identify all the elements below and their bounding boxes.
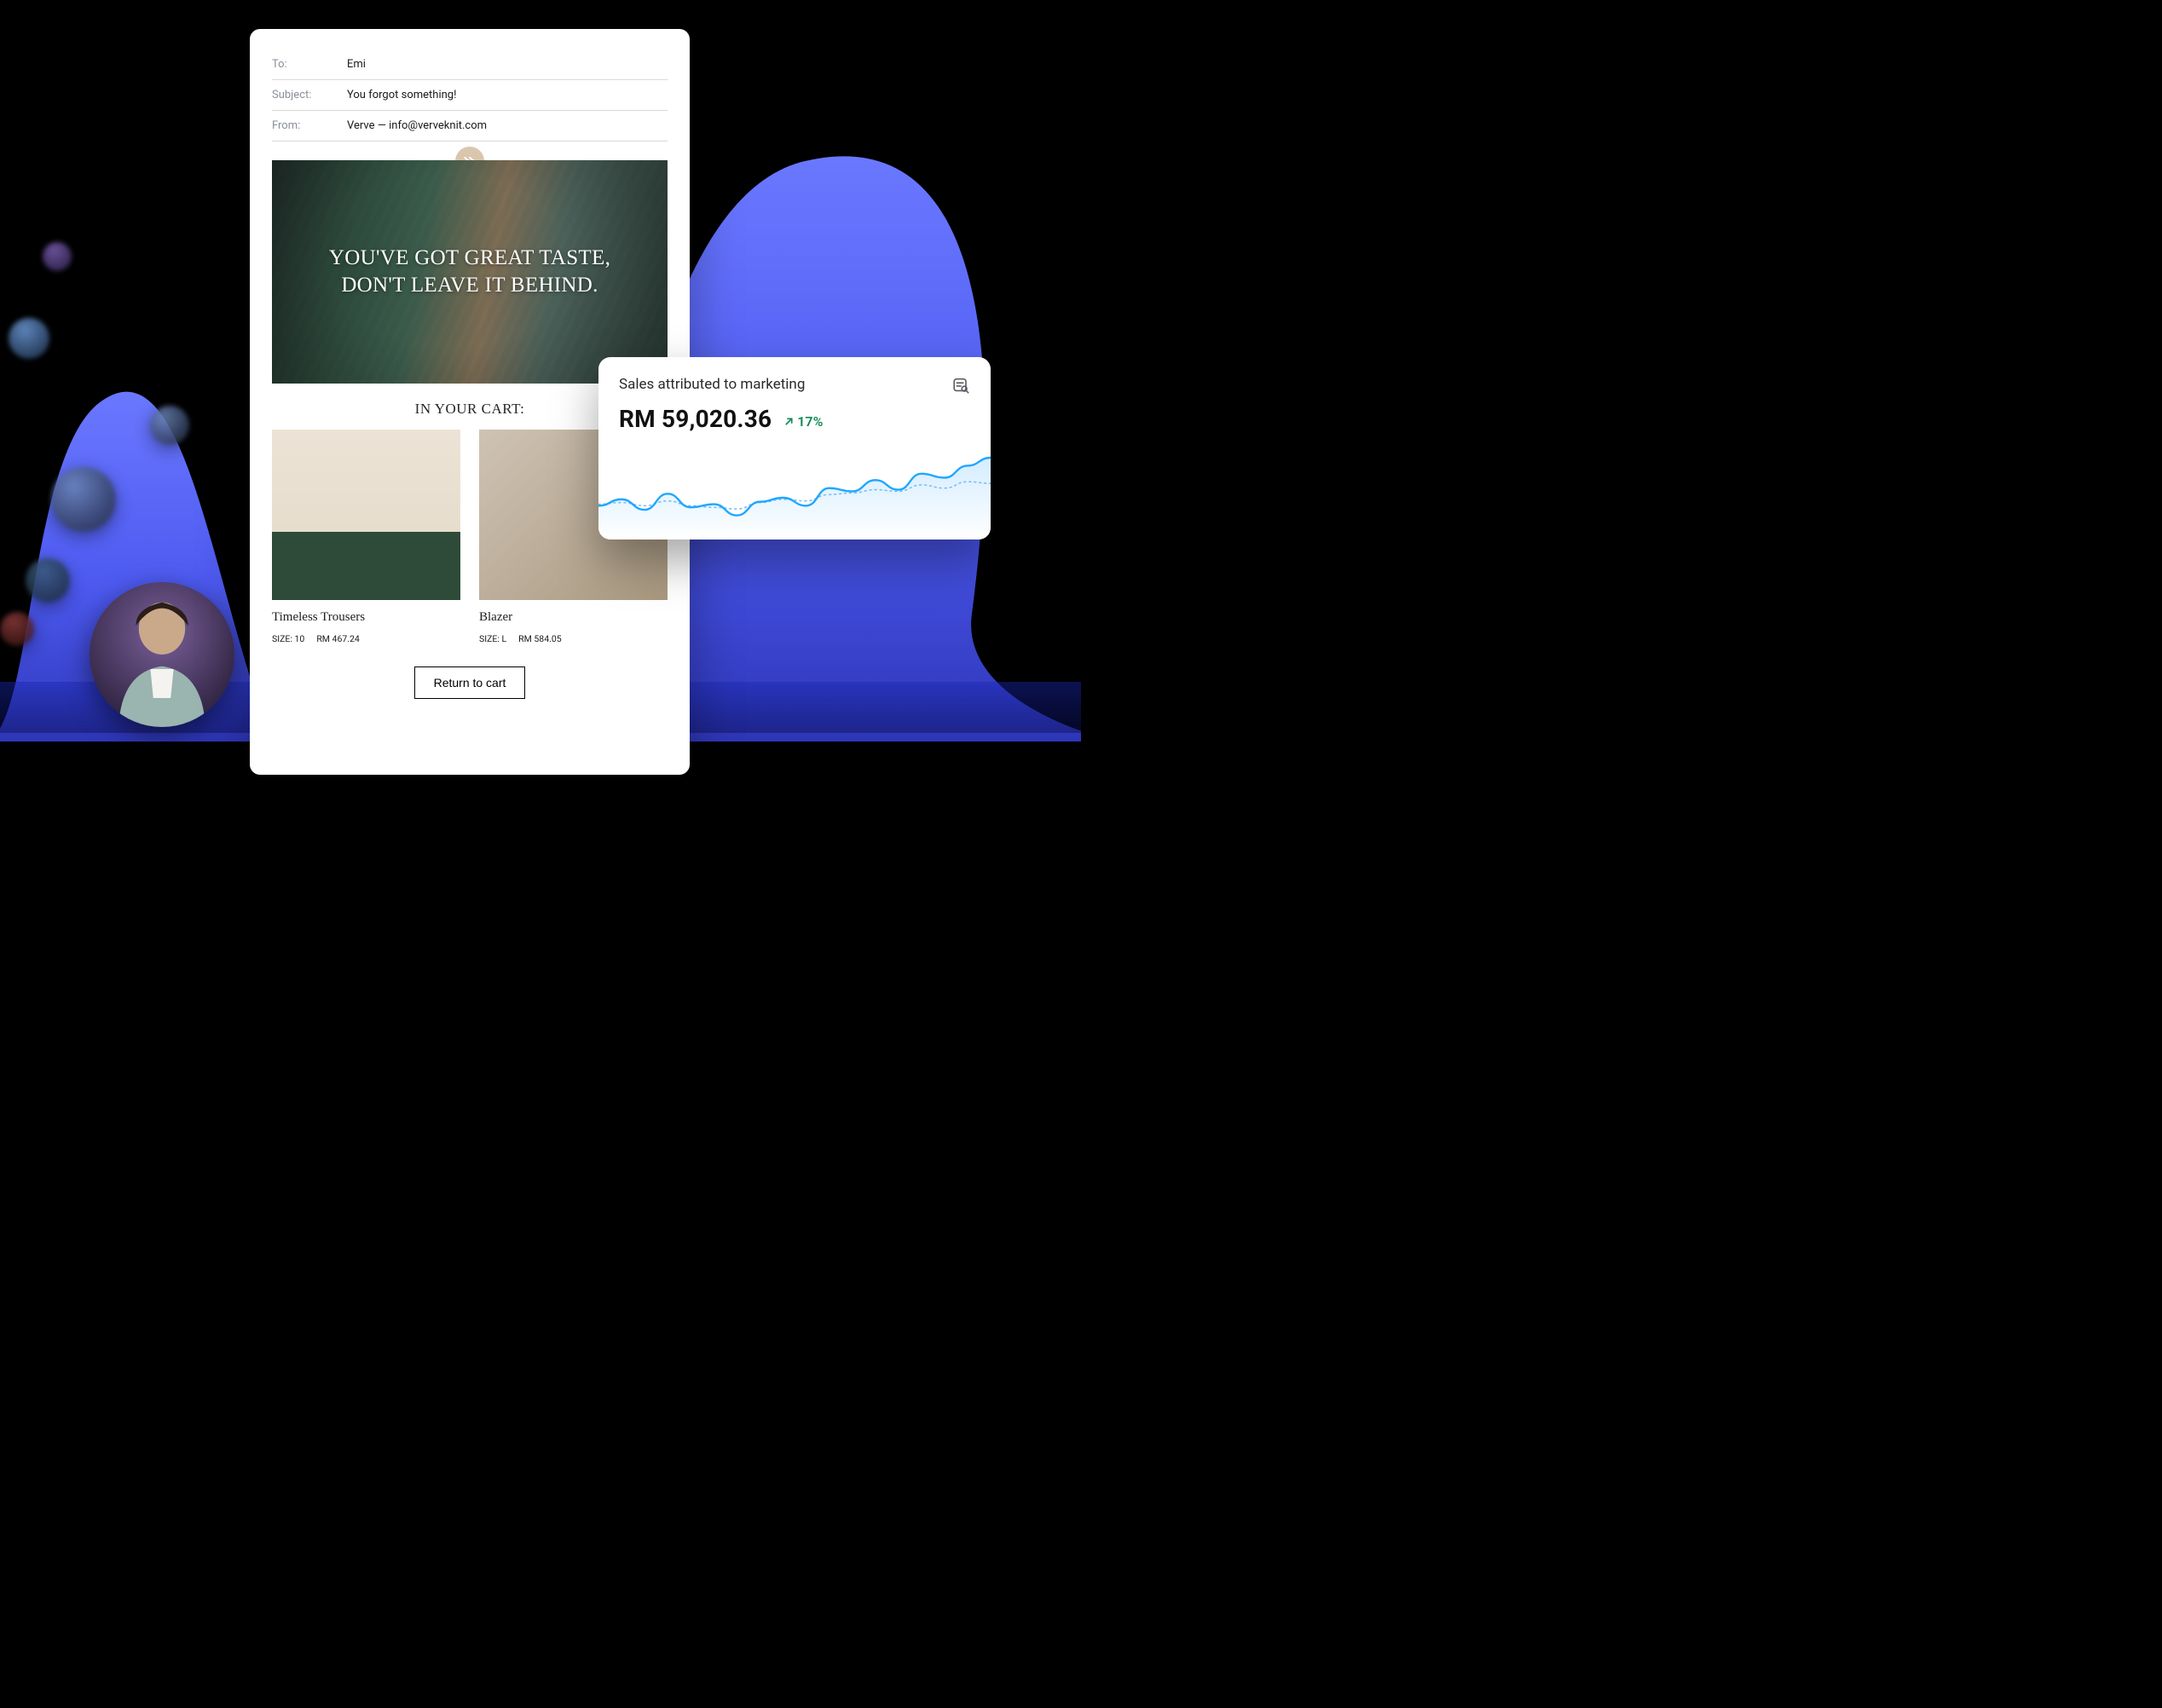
metric-delta: 17%: [783, 413, 823, 430]
email-from-value: Verve — info@verveknit.com: [347, 119, 487, 132]
report-search-icon[interactable]: [951, 376, 970, 395]
product-size: SIZE: 10: [272, 633, 304, 644]
product-meta: SIZE: 10 RM 467.24: [272, 633, 460, 644]
email-subject-label: Subject:: [272, 89, 347, 101]
avatar-bubble: [9, 318, 49, 359]
product-price: RM 467.24: [316, 633, 360, 644]
email-subject-row: Subject: You forgot something!: [272, 80, 668, 111]
avatar-bubble: [150, 406, 189, 445]
product-meta: SIZE: L RM 584.05: [479, 633, 668, 644]
email-from-label: From:: [272, 119, 347, 132]
email-hero-image: YOU'VE GOT GREAT TASTE, DON'T LEAVE IT B…: [272, 160, 668, 384]
user-avatar: [90, 582, 234, 727]
metric-delta-value: 17%: [797, 413, 823, 430]
product-size: SIZE: L: [479, 633, 506, 644]
avatar-bubble: [26, 558, 70, 603]
product-name: Timeless Trousers: [272, 610, 460, 625]
product-image: [272, 430, 460, 600]
email-to-label: To:: [272, 58, 347, 71]
avatar-bubble: [0, 612, 34, 646]
metric-sparkline: [598, 446, 991, 540]
avatar-bubble: [51, 467, 116, 532]
cart-product[interactable]: Timeless Trousers SIZE: 10 RM 467.24: [272, 430, 460, 644]
metric-value: RM 59,020.36: [619, 405, 772, 433]
return-to-cart-button[interactable]: Return to cart: [414, 666, 526, 699]
product-name: Blazer: [479, 610, 668, 625]
email-subject-value: You forgot something!: [347, 89, 456, 101]
sales-metric-card: Sales attributed to marketing RM 59,020.…: [598, 357, 991, 540]
email-to-row: To: Emi: [272, 49, 668, 80]
arrow-up-right-icon: [783, 416, 795, 427]
email-header: To: Emi Subject: You forgot something! F…: [272, 49, 668, 141]
email-from-row: From: Verve — info@verveknit.com: [272, 111, 668, 141]
email-hero-wrap: YOU'VE GOT GREAT TASTE, DON'T LEAVE IT B…: [272, 160, 668, 384]
email-hero-headline: YOU'VE GOT GREAT TASTE, DON'T LEAVE IT B…: [272, 160, 668, 384]
avatar-bubble: [43, 242, 72, 271]
product-price: RM 584.05: [518, 633, 562, 644]
email-to-value: Emi: [347, 58, 366, 71]
